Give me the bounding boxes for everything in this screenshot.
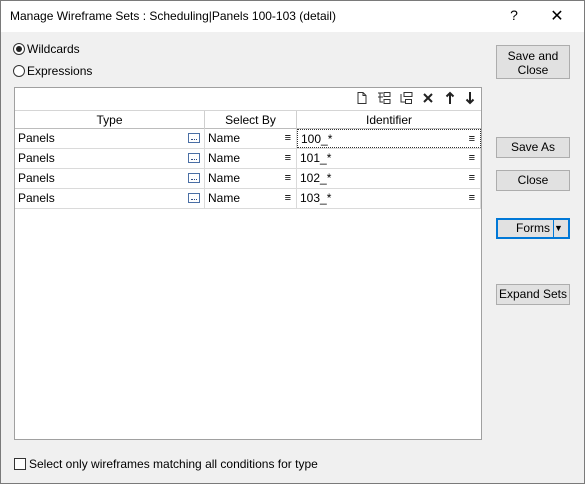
forms-split-button[interactable]: Forms ▼: [496, 218, 570, 239]
wireframe-set-grid: Type Select By Identifier Panels Name ≡ …: [14, 87, 482, 440]
type-cell[interactable]: Panels: [15, 149, 205, 168]
delete-row-icon[interactable]: [421, 91, 435, 105]
title-bar: Manage Wireframe Sets : Scheduling|Panel…: [1, 1, 584, 32]
select-by-value: Name: [208, 191, 241, 205]
browse-icon[interactable]: [188, 133, 200, 143]
grid-header: Type Select By Identifier: [15, 110, 481, 129]
save-and-close-button[interactable]: Save and Close: [496, 45, 570, 79]
identifier-cell[interactable]: 103_* ≡: [297, 189, 481, 208]
manage-wireframe-sets-dialog: Manage Wireframe Sets : Scheduling|Panel…: [0, 0, 585, 484]
identifier-cell[interactable]: 101_* ≡: [297, 149, 481, 168]
list-menu-icon[interactable]: ≡: [285, 169, 291, 188]
identifier-value: 103_*: [300, 191, 332, 205]
grid-toolbar: [15, 88, 481, 110]
identifier-value: 100_*: [301, 132, 333, 146]
expressions-radio[interactable]: Expressions: [13, 63, 92, 79]
column-header-identifier[interactable]: Identifier: [297, 111, 481, 129]
identifier-cell[interactable]: 100_* ≡: [297, 129, 481, 148]
identifier-value: 101_*: [300, 151, 332, 165]
list-menu-icon[interactable]: ≡: [285, 149, 291, 168]
close-button[interactable]: Close: [496, 170, 570, 191]
move-up-icon[interactable]: [443, 91, 457, 105]
close-window-button[interactable]: ✕: [546, 7, 568, 27]
select-by-cell[interactable]: Name ≡: [205, 149, 297, 168]
match-all-checkbox-box[interactable]: [14, 458, 26, 470]
browse-icon[interactable]: [188, 173, 200, 183]
dropdown-arrow-icon[interactable]: ▼: [553, 219, 569, 238]
select-by-value: Name: [208, 151, 241, 165]
save-as-button[interactable]: Save As: [496, 137, 570, 158]
wildcards-radio[interactable]: Wildcards: [13, 41, 80, 57]
browse-icon[interactable]: [188, 193, 200, 203]
help-button[interactable]: ?: [506, 7, 522, 25]
match-all-checkbox[interactable]: Select only wireframes matching all cond…: [14, 457, 318, 471]
select-by-cell[interactable]: Name ≡: [205, 129, 297, 148]
expressions-label: Expressions: [27, 64, 93, 78]
type-value: Panels: [18, 131, 55, 145]
select-by-value: Name: [208, 131, 241, 145]
list-menu-icon[interactable]: ≡: [469, 169, 475, 188]
move-down-icon[interactable]: [463, 91, 477, 105]
insert-row-icon[interactable]: [377, 91, 391, 105]
type-cell[interactable]: Panels: [15, 169, 205, 188]
list-menu-icon[interactable]: ≡: [285, 189, 291, 208]
list-menu-icon[interactable]: ≡: [469, 130, 475, 149]
forms-button-label[interactable]: Forms: [516, 221, 550, 235]
type-cell[interactable]: Panels: [15, 189, 205, 208]
column-header-select-by[interactable]: Select By: [205, 111, 297, 129]
table-row[interactable]: Panels Name ≡ 101_* ≡: [15, 149, 481, 169]
type-cell[interactable]: Panels: [15, 129, 205, 148]
identifier-value: 102_*: [300, 171, 332, 185]
list-menu-icon[interactable]: ≡: [285, 129, 291, 148]
list-menu-icon[interactable]: ≡: [469, 189, 475, 208]
expand-sets-button[interactable]: Expand Sets: [496, 284, 570, 305]
new-row-icon[interactable]: [355, 91, 369, 105]
table-row[interactable]: Panels Name ≡ 100_* ≡: [15, 129, 481, 149]
identifier-cell[interactable]: 102_* ≡: [297, 169, 481, 188]
browse-icon[interactable]: [188, 153, 200, 163]
match-all-label: Select only wireframes matching all cond…: [29, 457, 318, 471]
list-menu-icon[interactable]: ≡: [469, 149, 475, 168]
type-value: Panels: [18, 171, 55, 185]
wildcards-label: Wildcards: [27, 42, 80, 56]
select-by-value: Name: [208, 171, 241, 185]
window-title: Manage Wireframe Sets : Scheduling|Panel…: [10, 9, 336, 23]
table-row[interactable]: Panels Name ≡ 103_* ≡: [15, 189, 481, 209]
expressions-radio-circle[interactable]: [13, 65, 25, 77]
wildcards-radio-circle[interactable]: [13, 43, 25, 55]
insert-child-icon[interactable]: [399, 91, 413, 105]
type-value: Panels: [18, 191, 55, 205]
type-value: Panels: [18, 151, 55, 165]
select-by-cell[interactable]: Name ≡: [205, 189, 297, 208]
column-header-type[interactable]: Type: [15, 111, 205, 129]
table-row[interactable]: Panels Name ≡ 102_* ≡: [15, 169, 481, 189]
select-by-cell[interactable]: Name ≡: [205, 169, 297, 188]
